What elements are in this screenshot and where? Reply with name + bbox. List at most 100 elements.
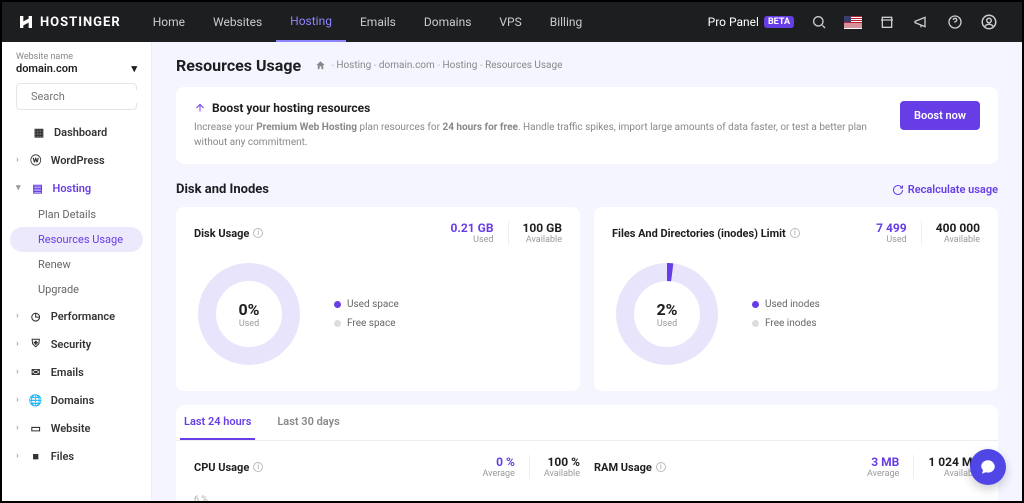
profile-icon[interactable] (980, 13, 998, 31)
sidebar-item-dashboard[interactable]: ▦ Dashboard (2, 118, 151, 146)
chevron-right-icon: › (16, 155, 19, 165)
sidebar-item-label: Website (51, 422, 91, 435)
wordpress-icon: ⓦ (29, 153, 43, 167)
nav-home[interactable]: Home (139, 2, 199, 42)
nav-billing[interactable]: Billing (536, 2, 597, 42)
sidebar-item-emails[interactable]: › ✉ Emails (2, 358, 151, 386)
hosting-icon: ▤ (31, 181, 45, 195)
breadcrumb-item[interactable]: domain.com (379, 60, 435, 71)
nav-hosting[interactable]: Hosting (276, 2, 346, 42)
chevron-right-icon: › (16, 423, 19, 433)
tab-last-24-hours[interactable]: Last 24 hours (180, 405, 255, 440)
nav-domains[interactable]: Domains (410, 2, 486, 42)
info-icon[interactable]: i (656, 462, 666, 472)
info-icon[interactable]: i (790, 228, 800, 238)
website-selector[interactable]: domain.com ▾ (16, 62, 137, 75)
nav-emails[interactable]: Emails (346, 2, 410, 42)
legend-used-space: Used space (334, 299, 399, 310)
chat-widget-button[interactable] (970, 449, 1006, 485)
legend-used-inodes: Used inodes (752, 299, 820, 310)
sidebar-item-website[interactable]: › ▭ Website (2, 414, 151, 442)
announce-icon[interactable] (912, 13, 930, 31)
nav-vps[interactable]: VPS (485, 2, 535, 42)
inodes-card: Files And Directories (inodes) Limit i 7 … (594, 207, 998, 391)
ram-usage-title: RAM Usage (594, 461, 652, 474)
arrow-up-icon (194, 102, 206, 114)
legend-free-space: Free space (334, 318, 399, 329)
sidebar-sub-upgrade[interactable]: Upgrade (2, 277, 151, 302)
top-navbar: HOSTINGER HomeWebsitesHostingEmailsDomai… (2, 2, 1022, 42)
website-icon: ▭ (29, 421, 43, 435)
inodes-used-value: 7 499 (876, 221, 907, 235)
breadcrumb: - Hosting - domain.com - Hosting - Resou… (315, 60, 562, 71)
banner-description: Increase your Premium Web Hosting plan r… (194, 120, 882, 150)
chevron-right-icon: › (16, 339, 19, 349)
emails-icon: ✉ (29, 365, 43, 379)
cpu-usage-panel: CPU Usagei 0 %Average 100 %Available 6 % (194, 455, 580, 501)
sidebar-item-label: Security (51, 338, 91, 351)
search-icon[interactable] (810, 13, 828, 31)
banner-title: Boost your hosting resources (212, 101, 370, 115)
inodes-title: Files And Directories (inodes) Limit (612, 227, 786, 240)
inodes-available-value: 400 000 (936, 221, 980, 235)
page-title: Resources Usage (176, 56, 301, 75)
sidebar-item-wordpress[interactable]: ›ⓦWordPress (2, 146, 151, 174)
boost-banner: Boost your hosting resources Increase yo… (176, 87, 998, 164)
nav-websites[interactable]: Websites (199, 2, 276, 42)
sidebar-sub-plan-details[interactable]: Plan Details (2, 202, 151, 227)
chevron-down-icon: ▾ (16, 183, 21, 193)
disk-available-value: 100 GB (523, 221, 562, 235)
performance-icon: ◷ (29, 309, 43, 323)
cpu-usage-title: CPU Usage (194, 461, 249, 474)
files-icon: ■ (29, 449, 43, 463)
sidebar-sub-renew[interactable]: Renew (2, 252, 151, 277)
chevron-right-icon: › (16, 451, 19, 461)
chat-icon (979, 458, 997, 476)
search-input[interactable] (31, 90, 152, 103)
website-value: domain.com (16, 62, 78, 75)
website-name-label: Website name (16, 52, 137, 62)
main-content: Resources Usage - Hosting - domain.com -… (152, 42, 1022, 501)
brand-text: HOSTINGER (40, 15, 121, 30)
security-icon: ⛨ (29, 337, 43, 351)
sidebar-item-files[interactable]: › ■ Files (2, 442, 151, 470)
disk-usage-title: Disk Usage (194, 227, 249, 240)
ram-usage-panel: RAM Usagei 3 MBAverage 1 024 MBAvailable (594, 455, 980, 501)
sidebar-item-performance[interactable]: ›◷Performance (2, 302, 151, 330)
home-icon[interactable] (315, 60, 326, 71)
sidebar-item-label: Dashboard (54, 126, 107, 139)
sidebar: Website name domain.com ▾ ▦Dashboard›ⓦWo… (2, 42, 152, 501)
inodes-donut-chart: 2%Used (612, 259, 722, 369)
sidebar-item-security[interactable]: › ⛨ Security (2, 330, 151, 358)
sidebar-item-label: Emails (51, 366, 84, 379)
chevron-down-icon: ▾ (131, 62, 137, 75)
tab-last-30-days[interactable]: Last 30 days (273, 405, 343, 440)
info-icon[interactable]: i (253, 462, 263, 472)
recalculate-button[interactable]: Recalculate usage (892, 183, 998, 196)
disk-used-value: 0.21 GB (451, 221, 494, 235)
help-icon[interactable] (946, 13, 964, 31)
pro-panel-link[interactable]: Pro Panel BETA (708, 15, 794, 29)
dashboard-icon: ▦ (32, 125, 46, 139)
breadcrumb-item[interactable]: Hosting (336, 60, 371, 71)
sidebar-item-hosting[interactable]: ▾ ▤ Hosting (2, 174, 151, 202)
sidebar-item-label: Domains (51, 394, 95, 407)
sidebar-search[interactable] (16, 83, 137, 110)
sidebar-item-label: Files (51, 450, 74, 463)
sidebar-item-label: Hosting (53, 182, 92, 195)
brand-logo[interactable]: HOSTINGER (18, 14, 121, 30)
sidebar-sub-resources-usage[interactable]: Resources Usage (10, 227, 143, 252)
store-icon[interactable] (878, 13, 896, 31)
sidebar-item-domains[interactable]: ›🌐Domains (2, 386, 151, 414)
locale-flag[interactable] (844, 13, 862, 31)
breadcrumb-item[interactable]: Hosting (443, 60, 478, 71)
refresh-icon (892, 184, 904, 196)
beta-badge: BETA (764, 16, 794, 28)
disk-usage-card: Disk Usagei 0.21 GBUsed 100 GBAvailable … (176, 207, 580, 391)
info-icon[interactable]: i (253, 228, 263, 238)
legend-free-inodes: Free inodes (752, 318, 820, 329)
chevron-right-icon: › (16, 367, 19, 377)
ram-average-value: 3 MB (867, 455, 899, 469)
boost-now-button[interactable]: Boost now (900, 101, 980, 130)
breadcrumb-item[interactable]: Resources Usage (485, 60, 562, 71)
